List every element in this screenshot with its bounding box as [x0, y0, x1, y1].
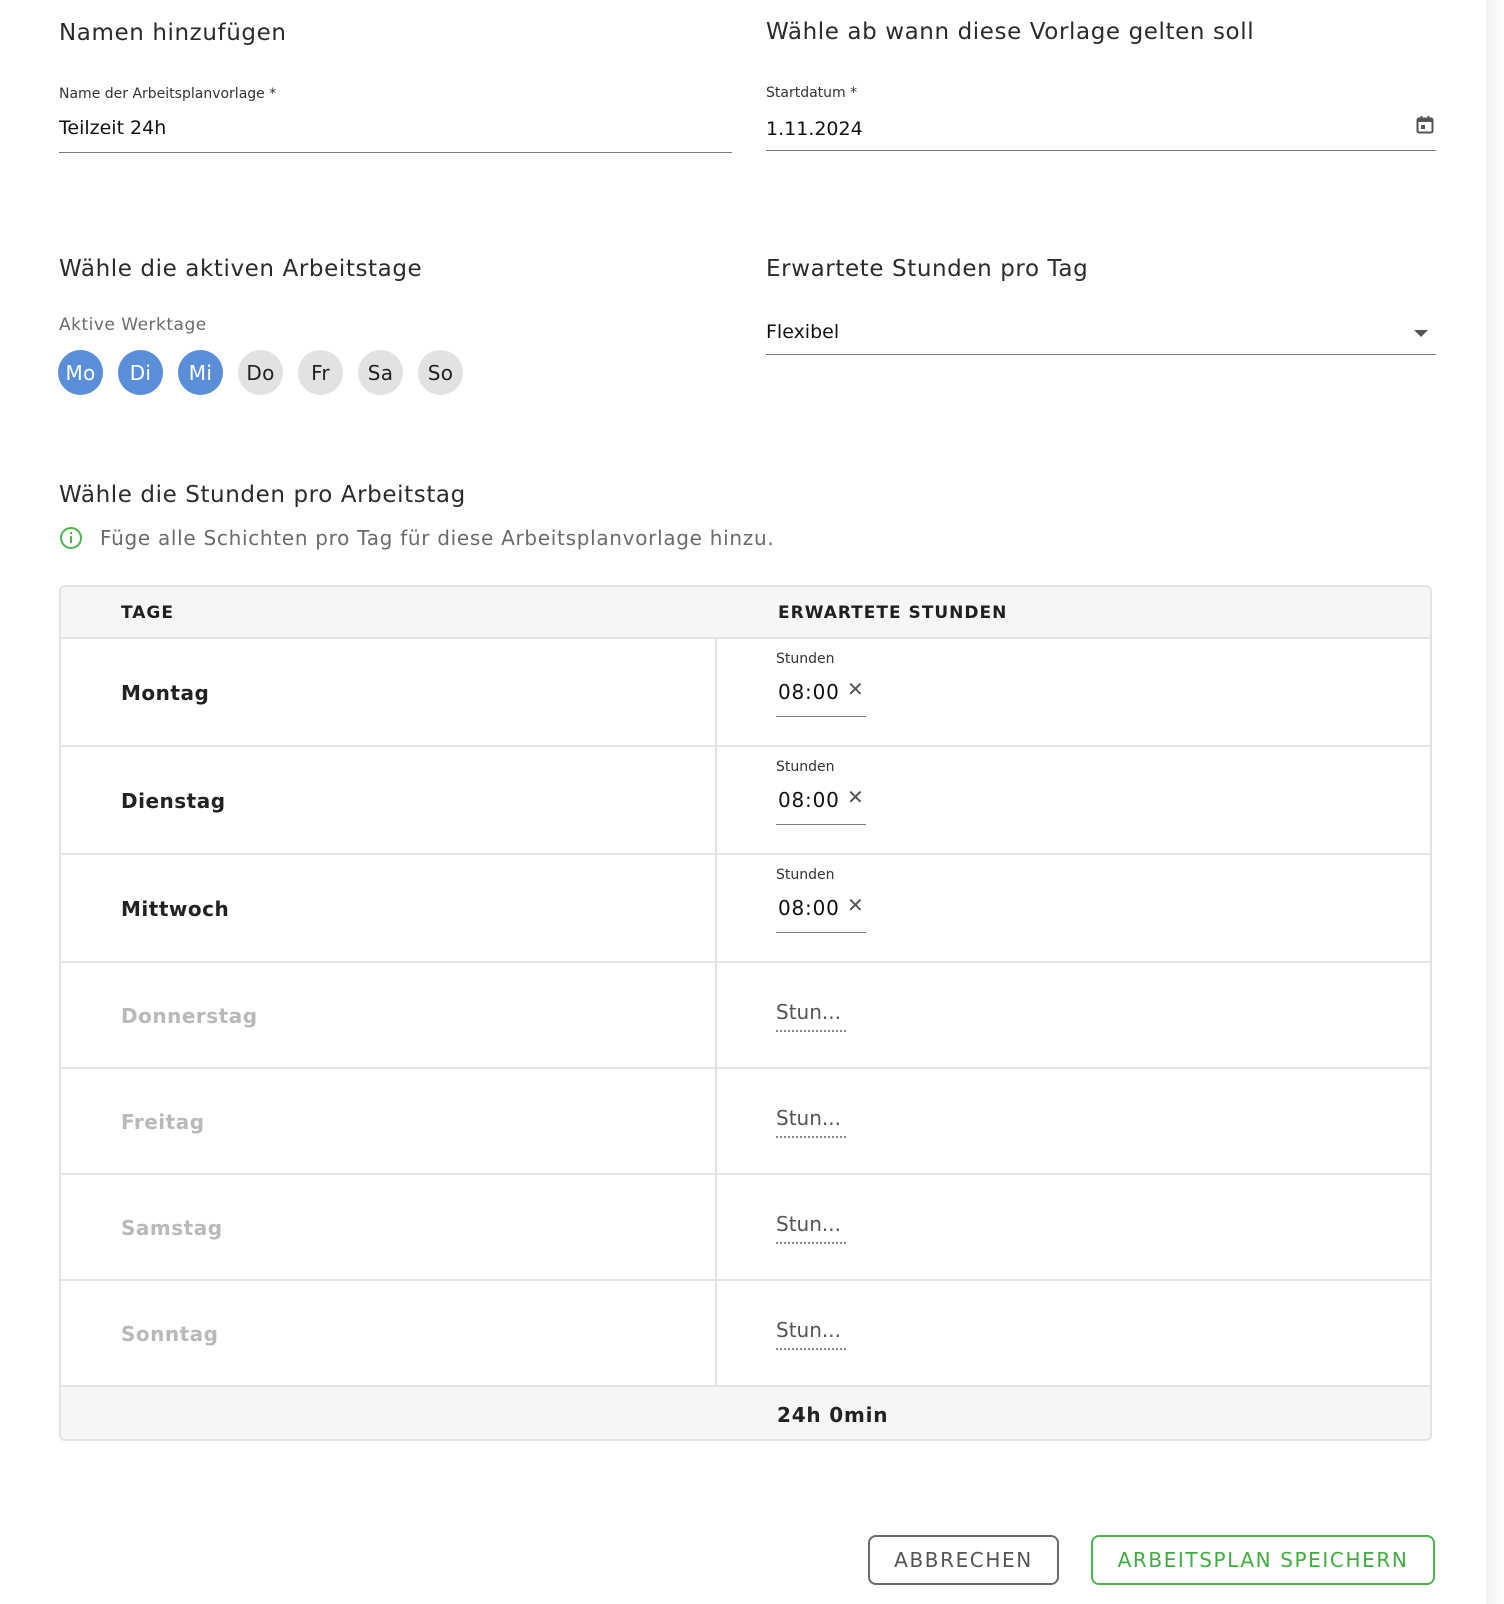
- start-date-input[interactable]: 1.11.2024: [766, 118, 863, 140]
- column-header-hours: ERWARTETE STUNDEN: [778, 603, 1008, 623]
- hours-type-section-title: Erwartete Stunden pro Tag: [766, 256, 1089, 282]
- hours-input-underline: [776, 1136, 846, 1138]
- day-name: Sonntag: [121, 1322, 219, 1346]
- hours-input-underline: [776, 1030, 846, 1032]
- hours-input-underline: [776, 932, 866, 933]
- table-row: Montag Stunden 08:00 ✕: [61, 639, 1430, 747]
- start-section-title: Wähle ab wann diese Vorlage gelten soll: [766, 19, 1255, 45]
- day-chip-do[interactable]: Do: [238, 350, 283, 395]
- day-name: Dienstag: [121, 789, 226, 813]
- clear-icon[interactable]: ✕: [847, 677, 864, 701]
- day-chip-mi[interactable]: Mi: [178, 350, 223, 395]
- hours-input-disabled: Stun...: [776, 1212, 841, 1236]
- template-name-label: Name der Arbeitsplanvorlage *: [59, 86, 277, 102]
- hours-field-label: Stunden: [776, 759, 835, 775]
- day-name: Montag: [121, 681, 210, 705]
- hours-input[interactable]: 08:00: [778, 680, 840, 704]
- day-name: Mittwoch: [121, 897, 230, 921]
- day-chip-fr[interactable]: Fr: [298, 350, 343, 395]
- name-section-title: Namen hinzufügen: [59, 20, 287, 46]
- hours-input[interactable]: 08:00: [778, 896, 840, 920]
- workdays-section-title: Wähle die aktiven Arbeitstage: [59, 256, 423, 282]
- hours-info-text: Füge alle Schichten pro Tag für diese Ar…: [100, 526, 775, 550]
- table-header: TAGE ERWARTETE STUNDEN: [61, 587, 1430, 639]
- save-schedule-button[interactable]: ARBEITSPLAN SPEICHERN: [1091, 1535, 1435, 1585]
- table-row: Sonntag Stun...: [61, 1281, 1430, 1387]
- start-date-label: Startdatum *: [766, 85, 858, 101]
- hours-input-disabled: Stun...: [776, 1318, 841, 1342]
- hours-input-underline: [776, 1348, 846, 1350]
- clear-icon[interactable]: ✕: [847, 893, 864, 917]
- template-name-input[interactable]: Teilzeit 24h: [59, 117, 166, 139]
- hours-input-disabled: Stun...: [776, 1000, 841, 1024]
- column-header-days: TAGE: [121, 603, 174, 623]
- template-name-underline: [59, 152, 732, 153]
- table-row: Mittwoch Stunden 08:00 ✕: [61, 855, 1430, 963]
- day-name: Freitag: [121, 1110, 205, 1134]
- schedule-template-form: Namen hinzufügen Name der Arbeitsplanvor…: [0, 0, 1504, 1604]
- total-hours: 24h 0min: [777, 1403, 889, 1427]
- day-chip-sa[interactable]: Sa: [358, 350, 403, 395]
- day-chip-di[interactable]: Di: [118, 350, 163, 395]
- start-date-underline: [766, 150, 1436, 151]
- hours-input-underline: [776, 1242, 846, 1244]
- active-workdays-label: Aktive Werktage: [59, 315, 207, 335]
- calendar-icon[interactable]: [1415, 115, 1435, 135]
- hours-field-label: Stunden: [776, 651, 835, 667]
- hours-input[interactable]: 08:00: [778, 788, 840, 812]
- hours-input-underline: [776, 716, 866, 717]
- table-row: Donnerstag Stun...: [61, 963, 1430, 1069]
- day-chip-so[interactable]: So: [418, 350, 463, 395]
- hours-input-underline: [776, 824, 866, 825]
- hours-table: TAGE ERWARTETE STUNDEN Montag Stunden 08…: [59, 585, 1432, 1441]
- cancel-button[interactable]: ABBRECHEN: [868, 1535, 1059, 1585]
- hours-section-title: Wähle die Stunden pro Arbeitstag: [59, 482, 466, 508]
- hours-type-select[interactable]: Flexibel: [766, 321, 839, 343]
- info-icon: [60, 527, 82, 549]
- table-row: Samstag Stun...: [61, 1175, 1430, 1281]
- table-footer: 24h 0min: [61, 1387, 1430, 1439]
- hours-input-disabled: Stun...: [776, 1106, 841, 1130]
- table-row: Dienstag Stunden 08:00 ✕: [61, 747, 1430, 855]
- day-name: Samstag: [121, 1216, 223, 1240]
- table-row: Freitag Stun...: [61, 1069, 1430, 1175]
- hours-type-underline: [766, 354, 1436, 355]
- day-name: Donnerstag: [121, 1004, 258, 1028]
- scroll-shadow: [1486, 0, 1504, 1604]
- chevron-down-icon[interactable]: [1414, 330, 1428, 337]
- clear-icon[interactable]: ✕: [847, 785, 864, 809]
- hours-field-label: Stunden: [776, 867, 835, 883]
- day-chip-mo[interactable]: Mo: [58, 350, 103, 395]
